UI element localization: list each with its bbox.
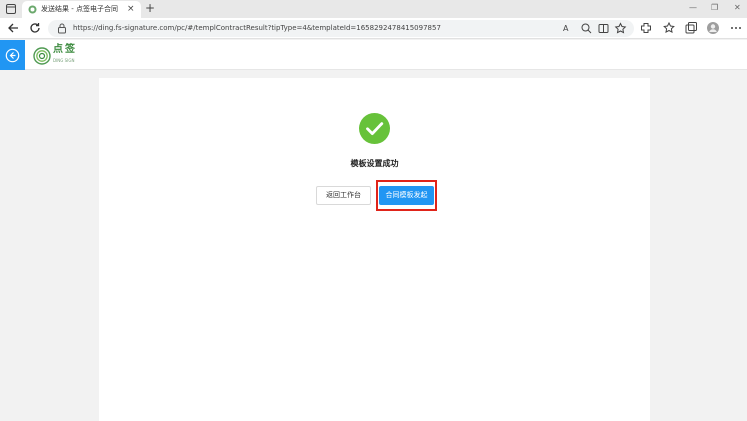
extensions-icon[interactable] [639,21,653,35]
new-tab-button[interactable]: + [145,1,155,15]
window-menu-icon[interactable] [6,4,16,14]
success-title: 模板设置成功 [350,159,399,168]
tab-title: 发送结果 - 点签电子合同 [41,5,118,13]
close-window-button[interactable]: ✕ [734,3,741,13]
result-card: 模板设置成功 返回工作台 合同模板发起 [99,78,650,421]
favorites-icon[interactable] [662,21,676,35]
logo-title: 点签 [53,44,77,55]
split-screen-icon[interactable] [597,22,610,35]
success-check-icon [359,113,390,144]
read-aloud-icon[interactable]: A [563,22,576,35]
minimize-button[interactable]: — [689,3,697,13]
url-text[interactable]: https://ding.fs-signature.com/pc/#/templ… [73,24,441,33]
refresh-icon[interactable] [28,21,42,35]
browser-tab[interactable]: 发送结果 - 点签电子合同 × [22,1,141,18]
collections-icon[interactable] [684,21,698,35]
browser-toolbar: https://ding.fs-signature.com/pc/#/templ… [0,18,747,39]
app-header: 点签 DING SIGN [0,40,747,70]
fingerprint-logo-icon [33,47,51,65]
favicon-icon [28,5,37,14]
logo-subtitle: DING SIGN [53,58,75,63]
more-icon[interactable] [729,21,743,35]
brand-logo: 点签 DING SIGN [33,44,81,68]
restore-button[interactable]: ❐ [711,3,718,13]
return-workbench-button[interactable]: 返回工作台 [316,186,371,205]
browser-tab-strip: 发送结果 - 点签电子合同 × + — ❐ ✕ [0,0,747,18]
dispatch-template-contract-button[interactable]: 合同模板发起 [379,186,434,205]
tab-close-icon[interactable]: × [127,4,135,14]
lock-icon[interactable] [57,23,67,34]
circle-back-icon [5,48,20,63]
back-icon[interactable] [6,21,20,35]
address-bar[interactable]: https://ding.fs-signature.com/pc/#/templ… [48,20,634,37]
favorites-add-icon[interactable] [614,22,627,35]
app-back-button[interactable] [0,40,25,70]
profile-icon[interactable] [706,21,720,35]
zoom-icon[interactable] [580,22,593,35]
